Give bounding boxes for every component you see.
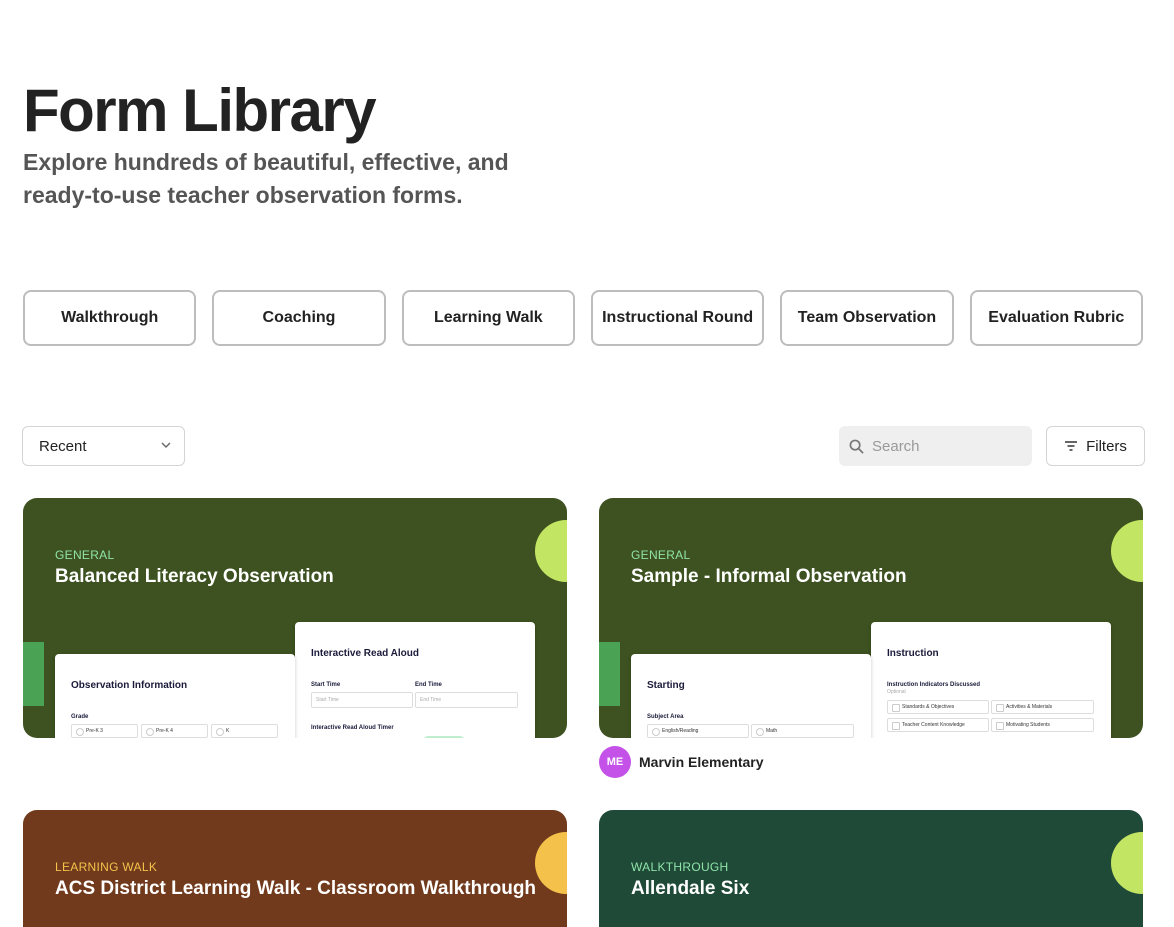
decorative-bar — [23, 642, 44, 706]
category-learning-walk[interactable]: Learning Walk — [401, 290, 575, 346]
card-title: Allendale Six — [631, 878, 750, 899]
preview-option: Pre-K 4 — [141, 724, 208, 738]
preview-option: Motivating Students — [991, 718, 1094, 732]
preview-field: End Time — [415, 692, 518, 708]
avatar: ME — [599, 746, 631, 778]
preview-field-note: Optional — [887, 689, 906, 695]
form-card-balanced-literacy[interactable]: GENERAL Balanced Literacy Observation In… — [23, 498, 567, 738]
card-owner[interactable]: ME Marvin Elementary — [599, 746, 764, 778]
card-title: ACS District Learning Walk - Classroom W… — [55, 878, 537, 899]
preview-timer-pill — [423, 736, 465, 738]
form-card-informal-observation[interactable]: GENERAL Sample - Informal Observation In… — [599, 498, 1143, 738]
owner-name: Marvin Elementary — [639, 754, 764, 770]
preview-field-label: Interactive Read Aloud Timer — [311, 725, 394, 731]
filters-button[interactable]: Filters — [1046, 426, 1145, 466]
form-card-allendale-six[interactable]: WALKTHROUGH Allendale Six — [599, 810, 1143, 927]
card-title: Balanced Literacy Observation — [55, 566, 334, 587]
category-coaching[interactable]: Coaching — [212, 290, 386, 346]
search-box — [839, 426, 1032, 466]
preview-heading: Observation Information — [71, 680, 188, 691]
decorative-bar — [599, 642, 620, 706]
decorative-circle — [535, 832, 567, 894]
page-subtitle: Explore hundreds of beautiful, effective… — [23, 149, 509, 208]
preview-field-label: Subject Area — [647, 714, 684, 720]
preview-sheet-back: Instruction Instruction Indicators Discu… — [871, 622, 1111, 738]
preview-sheet-back: Interactive Read Aloud Start Time Start … — [295, 622, 535, 738]
form-card-acs-learning-walk[interactable]: LEARNING WALK ACS District Learning Walk… — [23, 810, 567, 927]
category-team-observation[interactable]: Team Observation — [780, 290, 954, 346]
search-input[interactable] — [872, 437, 1022, 455]
preview-heading: Instruction — [887, 648, 939, 659]
preview-option: Math — [751, 724, 854, 738]
preview-option: Standards & Objectives — [887, 700, 989, 714]
category-bar: Walkthrough Coaching Learning Walk Instr… — [23, 290, 1143, 346]
preview-option: Activities & Materials — [991, 700, 1094, 714]
page-title: Form Library — [23, 77, 377, 144]
category-walkthrough[interactable]: Walkthrough — [23, 290, 197, 346]
card-category-tag: LEARNING WALK — [55, 860, 158, 874]
decorative-circle — [535, 520, 567, 582]
filters-label: Filters — [1086, 437, 1127, 455]
category-evaluation-rubric[interactable]: Evaluation Rubric — [969, 290, 1143, 346]
preview-field-label: Grade — [71, 714, 89, 720]
card-category-tag: WALKTHROUGH — [631, 860, 729, 874]
preview-option: K — [211, 724, 278, 738]
preview-sheet-front: Observation Information Grade Pre-K 3 Pr… — [55, 654, 295, 738]
card-category-tag: GENERAL — [55, 548, 115, 562]
preview-sheet-front: Starting Subject Area English/Reading Ma… — [631, 654, 871, 738]
preview-field-label: End Time — [415, 682, 442, 688]
preview-option: Teacher Content Knowledge — [887, 718, 989, 732]
preview-field-label: Start Time — [311, 682, 341, 688]
card-category-tag: GENERAL — [631, 548, 691, 562]
preview-heading: Interactive Read Aloud — [311, 648, 419, 659]
sort-value: Recent — [39, 437, 87, 455]
preview-option: English/Reading — [647, 724, 749, 738]
decorative-circle — [1111, 832, 1143, 894]
sort-select[interactable]: Recent — [22, 426, 185, 466]
card-title: Sample - Informal Observation — [631, 566, 907, 587]
search-icon — [849, 439, 864, 453]
category-instructional-round[interactable]: Instructional Round — [590, 290, 765, 346]
decorative-circle — [1111, 520, 1143, 582]
preview-option: Pre-K 3 — [71, 724, 138, 738]
preview-field-label: Instruction Indicators Discussed — [887, 682, 981, 688]
chevron-down-icon — [161, 442, 171, 448]
preview-heading: Starting — [647, 680, 685, 691]
filter-icon — [1065, 441, 1078, 451]
preview-field: Start Time — [311, 692, 413, 708]
